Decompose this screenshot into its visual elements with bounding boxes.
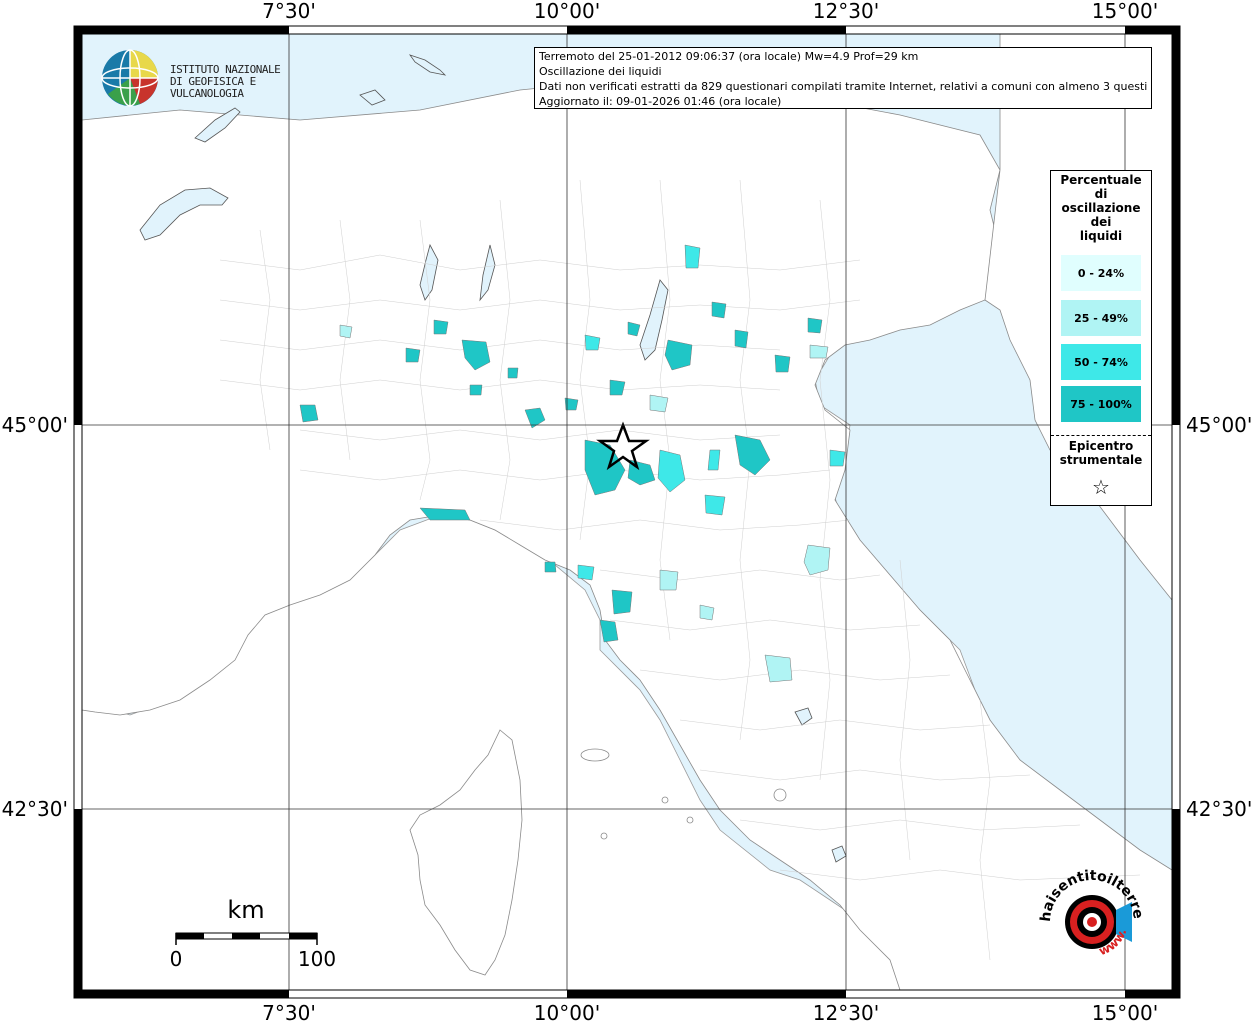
- event-info-line4: Aggiornato il: 09-01-2026 01:46 (ora loc…: [539, 95, 782, 108]
- event-info-line2: Oscillazione dei liquidi: [539, 65, 662, 78]
- right-label-1: 45°00': [1186, 413, 1252, 437]
- legend-title-line: liquidi: [1079, 229, 1123, 243]
- legend-epicenter-line: strumentale: [1059, 453, 1143, 467]
- bottom-label-1: 7°30': [262, 1001, 316, 1024]
- event-info-line1: Terremoto del 25-01-2012 09:06:37 (ora l…: [539, 50, 919, 63]
- hsit-logo: haisentitoilterremoto.it www.: [1025, 850, 1152, 982]
- land-islet: [661, 796, 669, 804]
- left-label-1: 45°00': [2, 413, 68, 437]
- land-islet: [600, 832, 608, 840]
- right-label-2: 42°30': [1186, 797, 1252, 821]
- legend-epicenter-line: Epicentro: [1068, 439, 1134, 453]
- top-label-2: 10°00': [534, 0, 600, 23]
- legend-item-label: 75 - 100%: [1070, 397, 1132, 411]
- legend-item-0-24: 0 - 24%: [1061, 255, 1141, 291]
- land-islet: [773, 788, 787, 802]
- land-elba: [580, 748, 610, 762]
- legend-item-50-74: 50 - 74%: [1061, 344, 1141, 380]
- ingv-globe-icon: [101, 49, 159, 107]
- event-info-line3: Dati non verificati estratti da 829 ques…: [539, 80, 1147, 93]
- hsit-target-icon: haisentitoilterremoto.it www.: [1025, 850, 1146, 958]
- legend-title: Percentuale di oscillazione dei liquidi: [1051, 173, 1151, 243]
- top-label-1: 7°30': [262, 0, 316, 23]
- top-label-4: 15°00': [1092, 0, 1158, 23]
- legend-item-25-49: 25 - 49%: [1061, 300, 1141, 336]
- scale-unit: km: [227, 896, 264, 924]
- legend-item-label: 0 - 24%: [1077, 266, 1125, 280]
- ingv-logo-text: ISTITUTO NAZIONALE DI GEOFISICA E VULCAN…: [170, 64, 320, 100]
- top-label-3: 12°30': [813, 0, 879, 23]
- land-islet: [686, 816, 694, 824]
- left-label-2: 42°30': [2, 797, 68, 821]
- legend-title-line: oscillazione: [1061, 201, 1141, 215]
- legend-item-75-100: 75 - 100%: [1061, 386, 1141, 422]
- ingv-logo-line2: DI GEOFISICA E VULCANOLOGIA: [170, 75, 256, 100]
- legend-title-line: Percentuale: [1060, 173, 1142, 187]
- scale-end: 100: [298, 947, 336, 971]
- legend-title-line: di: [1094, 187, 1108, 201]
- scale-start: 0: [170, 947, 183, 971]
- legend: Percentuale di oscillazione dei liquidi …: [1050, 170, 1152, 506]
- legend-item-label: 25 - 49%: [1074, 311, 1128, 325]
- legend-separator: [1051, 435, 1151, 436]
- event-info-box: Terremoto del 25-01-2012 09:06:37 (ora l…: [534, 47, 1152, 109]
- legend-title-line: dei: [1090, 215, 1112, 229]
- legend-epicenter-label: Epicentro strumentale: [1051, 439, 1151, 467]
- ingv-logo: ISTITUTO NAZIONALE DI GEOFISICA E VULCAN…: [100, 48, 320, 110]
- legend-star-icon: ☆: [1092, 475, 1110, 499]
- legend-item-label: 50 - 74%: [1074, 355, 1128, 369]
- bottom-label-2: 10°00': [534, 1001, 600, 1024]
- bottom-label-4: 15°00': [1092, 1001, 1158, 1024]
- bottom-label-3: 12°30': [813, 1001, 879, 1024]
